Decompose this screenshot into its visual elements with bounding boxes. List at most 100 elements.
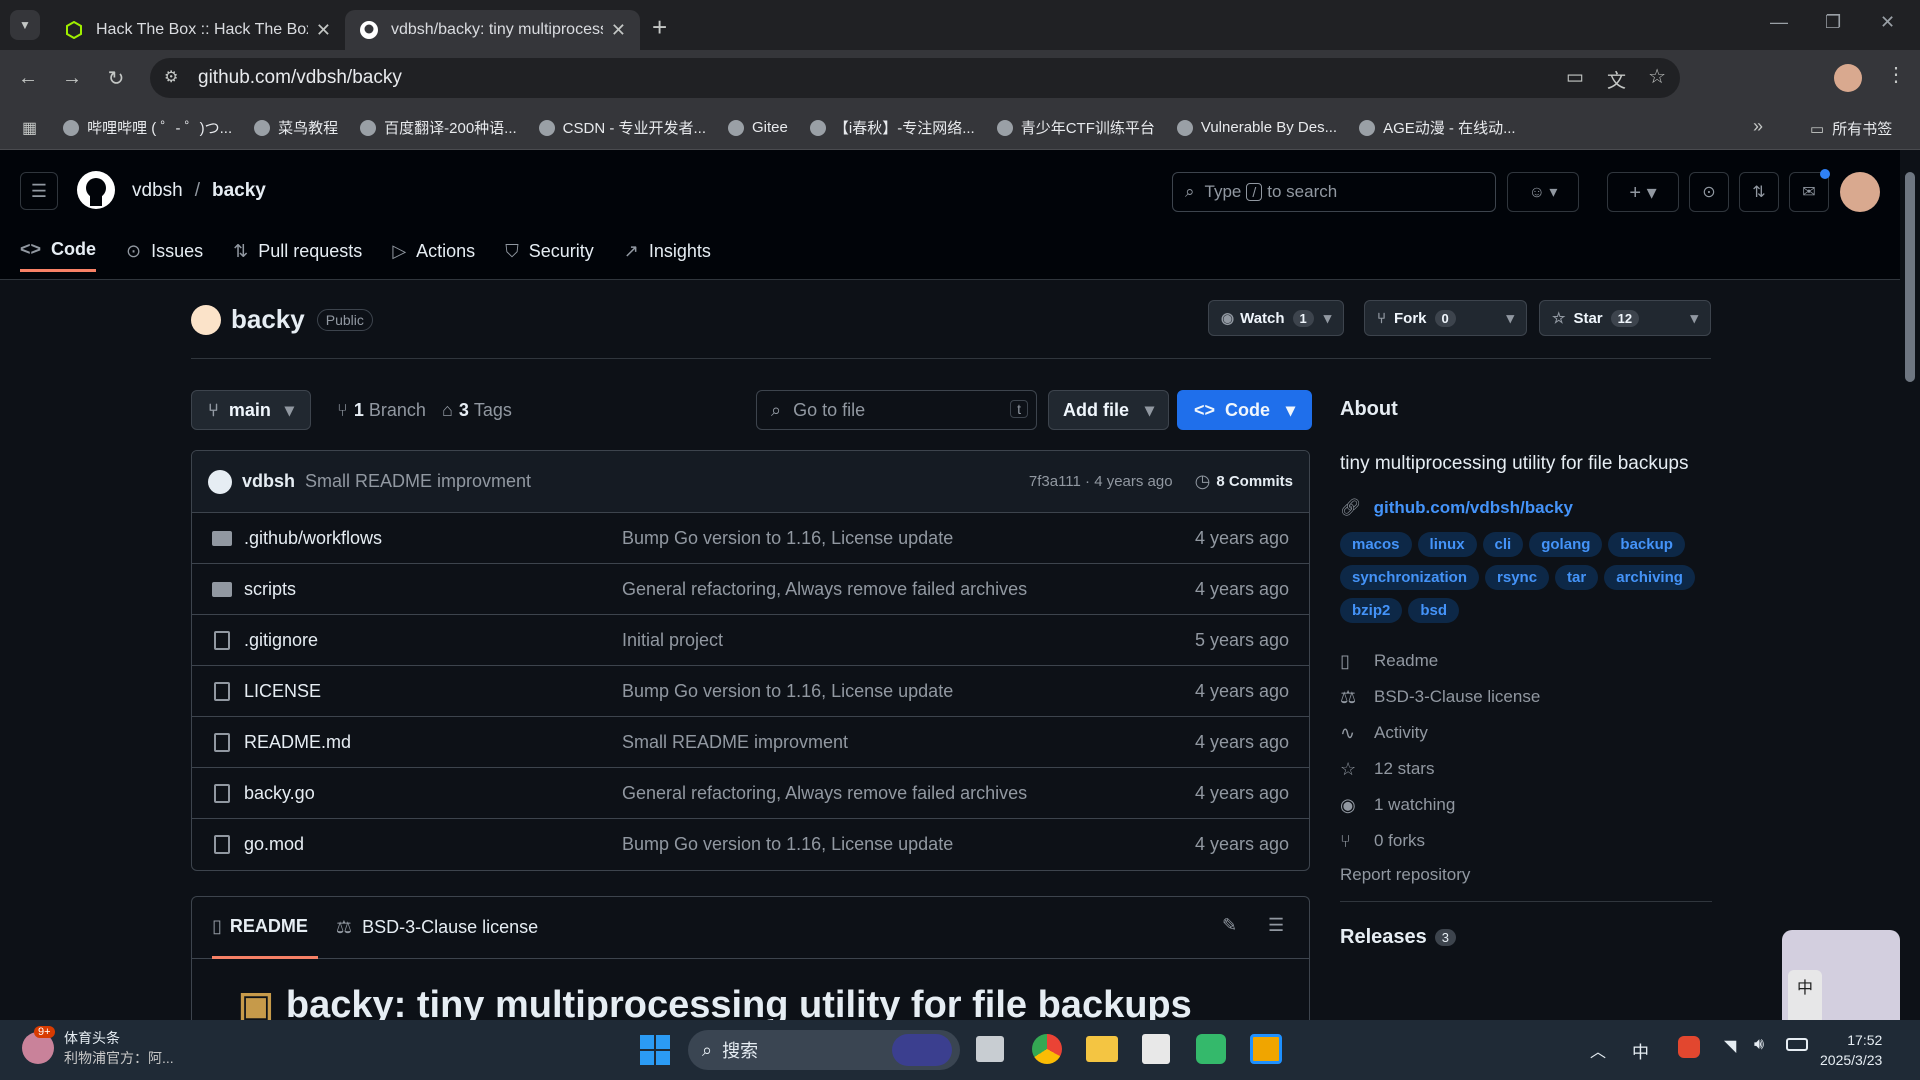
restore-button[interactable]: ❐ [1825, 12, 1841, 33]
install-app-icon[interactable]: ▭ [1566, 66, 1584, 89]
fork-button[interactable]: ⑂ Fork 0 ▾ [1364, 300, 1527, 336]
close-tab-icon[interactable]: ✕ [611, 20, 626, 41]
battery-icon[interactable] [1786, 1038, 1808, 1051]
outline-list-icon[interactable]: ☰ [1268, 915, 1284, 936]
file-name-link[interactable]: backy.go [244, 783, 315, 804]
about-item[interactable]: ⚖ BSD-3-Clause license [1340, 679, 1712, 715]
issues-icon[interactable]: ⊙ [1689, 172, 1729, 212]
bookmark-item[interactable]: CSDN - 专业开发者... [538, 117, 706, 138]
tab-issues[interactable]: ⊙ Issues [126, 230, 203, 272]
tab-actions[interactable]: ▷ Actions [392, 230, 475, 272]
commit-message-link[interactable]: Bump Go version to 1.16, License update [622, 681, 1195, 702]
repo-link[interactable]: backy [212, 180, 266, 202]
bookmark-item[interactable]: Vulnerable By Des... [1176, 117, 1337, 138]
readme-tab[interactable]: ▯ README [212, 897, 318, 959]
more-bookmarks-icon[interactable]: » [1753, 116, 1763, 137]
commit-message[interactable]: Small README improvment [305, 471, 531, 492]
topic-tag[interactable]: archiving [1604, 565, 1695, 590]
user-avatar[interactable] [1840, 172, 1880, 212]
site-info-icon[interactable]: ⚙ [164, 67, 178, 87]
address-bar[interactable]: ⚙ github.com/vdbsh/backy ▭ 文 ☆ [150, 58, 1680, 98]
close-tab-icon[interactable]: ✕ [316, 20, 331, 41]
forward-icon[interactable]: → [50, 67, 94, 90]
tab-search-button[interactable]: ▼ [10, 10, 40, 40]
topic-tag[interactable]: rsync [1485, 565, 1550, 590]
bookmark-item[interactable]: 【i春秋】-专注网络... [809, 117, 975, 138]
releases-heading[interactable]: Releases [1340, 926, 1427, 949]
network-icon[interactable]: ◥ [1724, 1036, 1736, 1056]
topic-tag[interactable]: backup [1608, 532, 1685, 557]
owner-link[interactable]: vdbsh [132, 180, 183, 202]
file-name-link[interactable]: README.md [244, 732, 351, 753]
file-name-link[interactable]: .gitignore [244, 630, 318, 651]
go-to-file-input[interactable]: ⌕ Go to file t [756, 390, 1037, 430]
app-green-icon[interactable] [1196, 1034, 1226, 1064]
browser-tab-hackthebox[interactable]: Hack The Box :: Hack The Box ✕ [50, 10, 345, 50]
scrollbar-thumb[interactable] [1905, 172, 1915, 382]
commit-author[interactable]: vdbsh [242, 471, 295, 492]
watch-button[interactable]: ◉ Watch 1 ▾ [1208, 300, 1345, 336]
show-hidden-icons[interactable]: ︿ [1590, 1038, 1606, 1062]
reload-icon[interactable]: ↻ [94, 66, 138, 91]
topic-tag[interactable]: golang [1529, 532, 1603, 557]
github-logo-icon[interactable] [76, 170, 116, 215]
volume-icon[interactable]: 🔊︎ [1754, 1036, 1764, 1054]
commit-message-link[interactable]: Bump Go version to 1.16, License update [622, 834, 1195, 855]
inbox-icon[interactable]: ✉ [1789, 169, 1830, 212]
close-window-button[interactable]: ✕ [1880, 12, 1895, 33]
file-explorer-icon[interactable] [1086, 1036, 1118, 1062]
create-new-button[interactable]: + ▾ [1607, 172, 1679, 212]
sogou-icon[interactable] [1678, 1036, 1700, 1058]
snipping-tool-icon[interactable] [1142, 1034, 1170, 1064]
bookmark-item[interactable]: AGE动漫 - 在线动... [1359, 117, 1516, 138]
ime-indicator[interactable]: 中 [1632, 1038, 1649, 1063]
copilot-button[interactable]: ☺ ▾ [1507, 172, 1579, 212]
global-search-input[interactable]: ⌕ Type / to search [1172, 172, 1496, 212]
topic-tag[interactable]: linux [1417, 532, 1477, 557]
about-item[interactable]: ∿ Activity [1340, 715, 1712, 751]
minimize-button[interactable]: — [1770, 12, 1788, 33]
tab-pull-requests[interactable]: ⇅ Pull requests [233, 230, 362, 272]
bookmark-item[interactable]: 青少年CTF训练平台 [996, 117, 1155, 138]
all-bookmarks-folder[interactable]: ▭ 所有书签 [1810, 118, 1892, 139]
task-view-icon[interactable] [976, 1036, 1004, 1062]
windows-start-icon[interactable] [640, 1035, 670, 1065]
about-item[interactable]: ◉ 1 watching [1340, 787, 1712, 823]
chevron-down-icon[interactable]: ▾ [1690, 309, 1698, 327]
topic-tag[interactable]: synchronization [1340, 565, 1480, 590]
bookmark-item[interactable]: 百度翻译-200种语... [360, 117, 517, 138]
commit-sha-time[interactable]: 7f3a111 · 4 years ago [1029, 473, 1173, 490]
tags-link[interactable]: ⌂ 3 Tags [442, 400, 512, 421]
bookmark-item[interactable]: Gitee [728, 117, 788, 138]
translate-icon[interactable]: 文 [1607, 66, 1626, 93]
homepage-link[interactable]: github.com/vdbsh/backy [1374, 498, 1573, 518]
file-name-link[interactable]: go.mod [244, 834, 304, 855]
file-name-link[interactable]: .github/workflows [244, 528, 382, 549]
chrome-taskbar-icon[interactable] [1032, 1034, 1062, 1064]
topic-tag[interactable]: cli [1482, 532, 1524, 557]
about-item[interactable]: ▯ Readme [1340, 643, 1712, 679]
profile-avatar[interactable] [1834, 64, 1862, 92]
topic-tag[interactable]: bsd [1408, 598, 1460, 623]
chrome-menu-icon[interactable]: ⋮ [1886, 62, 1906, 87]
star-button[interactable]: ☆ Star 12 ▾ [1539, 300, 1711, 336]
remote-desktop-icon[interactable] [1250, 1034, 1282, 1064]
news-widget[interactable]: 9+ 体育头条 利物浦官方：阿... [22, 1026, 174, 1068]
commit-message-link[interactable]: Initial project [622, 630, 1195, 651]
topic-tag[interactable]: tar [1555, 565, 1599, 590]
license-tab[interactable]: ⚖ BSD-3-Clause license [336, 917, 538, 938]
page-scrollbar[interactable] [1900, 150, 1920, 1020]
about-item[interactable]: ☆ 12 stars [1340, 751, 1712, 787]
pull-requests-icon[interactable]: ⇅ [1739, 172, 1779, 212]
browser-tab-github[interactable]: vdbsh/backy: tiny multiprocessing ✕ [345, 10, 640, 50]
chevron-down-icon[interactable]: ▾ [1506, 309, 1514, 327]
branches-link[interactable]: ⑂ 1 Branch [337, 400, 426, 421]
edit-pencil-icon[interactable]: ✎ [1222, 915, 1237, 936]
commit-message-link[interactable]: Small README improvment [622, 732, 1195, 753]
about-item[interactable]: ⑂ 0 forks [1340, 823, 1712, 859]
apps-grid-icon[interactable]: ▦ [22, 118, 37, 138]
file-name-link[interactable]: LICENSE [244, 681, 321, 702]
add-file-button[interactable]: Add file ▾ [1048, 390, 1170, 430]
tab-insights[interactable]: ↗ Insights [624, 230, 711, 272]
bookmark-item[interactable]: 菜鸟教程 [254, 117, 338, 138]
